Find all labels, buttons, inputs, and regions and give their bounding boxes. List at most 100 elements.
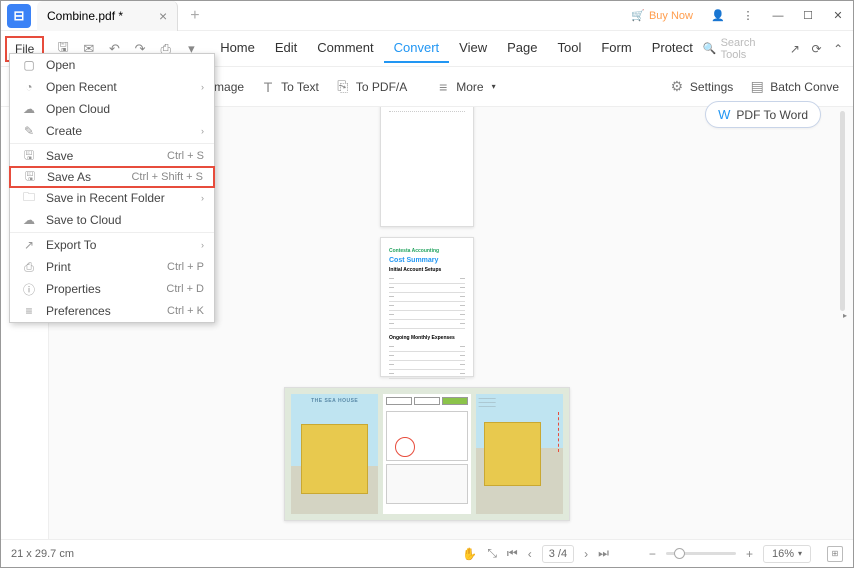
search-tools[interactable]: 🔍 Search Tools xyxy=(703,37,776,61)
close-tab-icon[interactable]: × xyxy=(159,8,167,24)
file-menu-open[interactable]: ▢Open xyxy=(10,54,214,76)
batch-conve-icon: ▤ xyxy=(749,78,765,95)
menu-item-label: Save in Recent Folder xyxy=(46,191,201,205)
page3-a-title: THE SEA HOUSE xyxy=(291,398,378,404)
file-menu-export-to[interactable]: ↗Export To› xyxy=(10,234,214,256)
total-pages: /4 xyxy=(558,548,567,560)
scroll-indicator-icon: ▸ xyxy=(843,311,847,320)
hand-tool-icon[interactable]: ✋ xyxy=(462,547,477,561)
last-page-button[interactable]: ⏭ xyxy=(598,546,609,561)
kebab-icon[interactable]: ⋮ xyxy=(733,1,763,31)
zoom-value: 16% xyxy=(772,548,794,560)
menu-item-label: Open Recent xyxy=(46,80,201,94)
keyboard-shortcut: Ctrl + S xyxy=(167,150,204,162)
current-page: 3 xyxy=(549,548,555,560)
file-menu-save-in-recent-folder[interactable]: 🗀Save in Recent Folder› xyxy=(10,187,214,209)
page-thumbnail-2[interactable]: Contesta Accounting Cost Summary Initial… xyxy=(380,237,474,377)
prev-page-button[interactable]: ‹ xyxy=(528,547,532,561)
fit-page-button[interactable]: ⊞ xyxy=(827,546,843,562)
minimize-button[interactable]: — xyxy=(763,1,793,31)
page-dimensions: 21 x 29.7 cm xyxy=(11,548,74,560)
properties-icon: ⓘ xyxy=(20,281,38,298)
save-to-cloud-icon: ☁ xyxy=(20,213,38,227)
user-icon[interactable]: 👤 xyxy=(703,1,733,31)
zoom-slider[interactable] xyxy=(666,552,736,555)
menu-protect[interactable]: Protect xyxy=(642,34,703,63)
next-page-button[interactable]: › xyxy=(584,547,588,561)
menu-form[interactable]: Form xyxy=(591,34,641,63)
close-window-button[interactable]: ✕ xyxy=(823,1,853,31)
menu-tool[interactable]: Tool xyxy=(548,34,592,63)
file-menu-preferences[interactable]: ≡PreferencesCtrl + K xyxy=(10,300,214,322)
zoom-thumb[interactable] xyxy=(674,548,685,559)
cloud-sync-icon[interactable]: ⟳ xyxy=(806,37,828,61)
file-menu-properties[interactable]: ⓘPropertiesCtrl + D xyxy=(10,278,214,300)
pdf-to-word-label: PDF To Word xyxy=(736,108,808,122)
to-text-icon: T xyxy=(260,79,276,95)
page-thumbnail-1[interactable] xyxy=(380,107,474,227)
keyboard-shortcut: Ctrl + P xyxy=(167,261,204,273)
pdf-to-word-button[interactable]: W PDF To Word xyxy=(705,101,821,128)
save-as-icon: 🖫 xyxy=(21,167,39,188)
file-menu-open-cloud[interactable]: ☁Open Cloud xyxy=(10,98,214,120)
add-tab-button[interactable]: + xyxy=(190,7,199,25)
menu-edit[interactable]: Edit xyxy=(265,34,307,63)
zoom-in-button[interactable]: + xyxy=(746,547,753,561)
buy-now-button[interactable]: 🛒 Buy Now xyxy=(631,9,693,22)
file-menu-save-to-cloud[interactable]: ☁Save to Cloud xyxy=(10,209,214,231)
page2-section2: Ongoing Monthly Expenses xyxy=(389,335,465,341)
tool-more[interactable]: ≡More▾ xyxy=(429,75,501,99)
menu-view[interactable]: View xyxy=(449,34,497,63)
file-dropdown-menu: ▢Open◔Open Recent›☁Open Cloud✎Create›🖫Sa… xyxy=(9,53,215,323)
file-menu-open-recent[interactable]: ◔Open Recent› xyxy=(10,76,214,98)
file-menu-create[interactable]: ✎ Create› xyxy=(10,120,214,142)
menu-comment[interactable]: Comment xyxy=(307,34,383,63)
collapse-ribbon-icon[interactable]: ⌃ xyxy=(827,37,849,61)
chevron-right-icon: › xyxy=(201,126,204,136)
open-recent-icon: ◔ xyxy=(20,80,38,94)
page2-section1: Initial Account Setups xyxy=(389,267,465,273)
settings-icon: ⚙ xyxy=(669,78,685,95)
menu-home[interactable]: Home xyxy=(210,34,265,63)
tool-label: Settings xyxy=(690,80,733,94)
vertical-scrollbar[interactable] xyxy=(840,111,845,311)
tab-title: Combine.pdf * xyxy=(47,9,123,23)
create-icon: ✎ xyxy=(20,124,38,138)
cart-icon: 🛒 xyxy=(631,9,645,22)
keyboard-shortcut: Ctrl + Shift + S xyxy=(131,171,203,183)
zoom-out-button[interactable]: − xyxy=(649,547,656,561)
chevron-right-icon: › xyxy=(201,240,204,250)
open-new-icon[interactable]: ↗ xyxy=(784,37,806,61)
zoom-value-select[interactable]: 16% ▾ xyxy=(763,545,811,563)
to-pdf-a-icon: ⎘ xyxy=(335,78,351,95)
page2-brand: Contesta Accounting xyxy=(389,248,465,254)
page-thumbnail-3[interactable]: THE SEA HOUSE ──────────────────────── xyxy=(284,387,570,521)
chevron-down-icon: ▾ xyxy=(798,549,802,558)
tool-settings[interactable]: ⚙ Settings xyxy=(663,74,739,99)
menu-page[interactable]: Page xyxy=(497,34,547,63)
menu-item-label: Open xyxy=(46,58,204,72)
page-indicator[interactable]: 3 /4 xyxy=(542,545,574,563)
export-to-icon: ↗ xyxy=(20,238,38,252)
first-page-button[interactable]: ⏮ xyxy=(507,546,518,561)
preferences-icon: ≡ xyxy=(20,304,38,318)
menu-item-label: Print xyxy=(46,260,167,274)
buy-now-label: Buy Now xyxy=(649,10,693,22)
file-menu-save[interactable]: 🖫SaveCtrl + S xyxy=(10,145,214,167)
tool-to-pdf-a[interactable]: ⎘To PDF/A xyxy=(329,74,413,99)
maximize-button[interactable]: ☐ xyxy=(793,1,823,31)
select-tool-icon[interactable]: ⤡ xyxy=(487,546,497,561)
document-tab[interactable]: Combine.pdf * × xyxy=(37,1,178,31)
file-menu-save-as[interactable]: 🖫Save AsCtrl + Shift + S xyxy=(9,166,215,188)
keyboard-shortcut: Ctrl + K xyxy=(167,305,204,317)
tool-label: Batch Conve xyxy=(770,80,839,94)
menu-item-label: Create xyxy=(46,124,201,138)
tool-to-text[interactable]: TTo Text xyxy=(254,75,325,99)
menu-convert[interactable]: Convert xyxy=(384,34,450,63)
app-icon: ⊟ xyxy=(7,4,31,28)
menu-item-label: Properties xyxy=(46,282,166,296)
menu-item-label: Save xyxy=(46,149,167,163)
file-menu-print[interactable]: ⎙PrintCtrl + P xyxy=(10,256,214,278)
tool-batch-conve[interactable]: ▤ Batch Conve xyxy=(743,74,845,99)
page2-title: Cost Summary xyxy=(389,257,465,264)
